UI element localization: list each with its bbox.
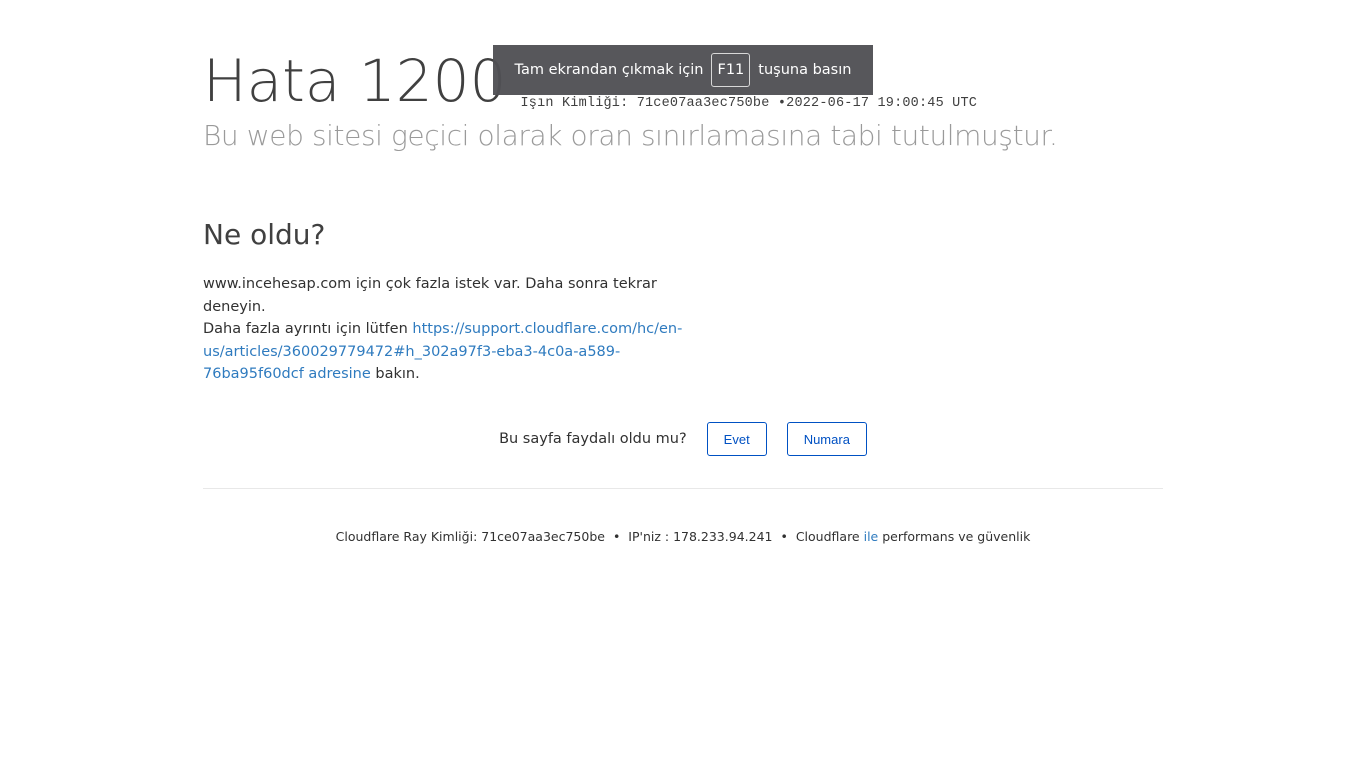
footer: Cloudflare Ray Kimliği: 71ce07aa3ec750be… <box>0 529 1366 544</box>
timestamp: 2022-06-17 19:00:45 UTC <box>786 96 978 111</box>
details-prefix: Daha fazla ayrıntı için lütfen <box>203 321 413 337</box>
feedback-bar: Bu sayfa faydalı oldu mu? Evet Numara <box>0 422 1366 456</box>
fullscreen-exit-toast: Tam ekrandan çıkmak için F11 tuşuna bası… <box>493 45 873 95</box>
error-page: Hata 1200 Işın Kimliği: 71ce07aa3ec750be… <box>0 0 1366 768</box>
footer-ip: IP'niz : 178.233.94.241 <box>628 529 773 544</box>
details-suffix: bakın. <box>370 366 420 382</box>
footer-perf-suffix: performans ve güvenlik <box>882 529 1031 544</box>
what-happened-section: Ne oldu? www.incehesap.com için çok fazl… <box>203 213 683 386</box>
ray-separator: • <box>777 96 787 111</box>
too-many-requests-text: www.incehesap.com için çok fazla istek v… <box>203 276 657 315</box>
ray-info: Işın Kimliği: 71ce07aa3ec750be •2022-06-… <box>520 96 977 111</box>
footer-separator: • <box>780 529 788 544</box>
feedback-question: Bu sayfa faydalı oldu mu? <box>499 431 687 447</box>
toast-suffix: tuşuna basın <box>758 62 852 78</box>
yes-button[interactable]: Evet <box>706 422 767 456</box>
cloudflare-link[interactable]: ile <box>864 529 879 544</box>
footer-divider <box>203 488 1163 489</box>
toast-prefix: Tam ekrandan çıkmak için <box>514 62 704 78</box>
error-title: Hata 1200 <box>203 47 507 115</box>
no-button[interactable]: Numara <box>786 422 867 456</box>
error-subtitle: Bu web sitesi geçici olarak oran sınırla… <box>203 119 1058 152</box>
footer-perf-prefix: Cloudflare <box>795 529 860 544</box>
section-body: www.incehesap.com için çok fazla istek v… <box>203 273 683 386</box>
footer-ray-id: Cloudflare Ray Kimliği: 71ce07aa3ec750be <box>335 529 605 544</box>
f11-key-badge: F11 <box>711 53 751 87</box>
footer-separator: • <box>612 529 621 544</box>
ray-id-header: Işın Kimliği: 71ce07aa3ec750be <box>520 96 770 111</box>
section-heading: Ne oldu? <box>203 218 326 251</box>
